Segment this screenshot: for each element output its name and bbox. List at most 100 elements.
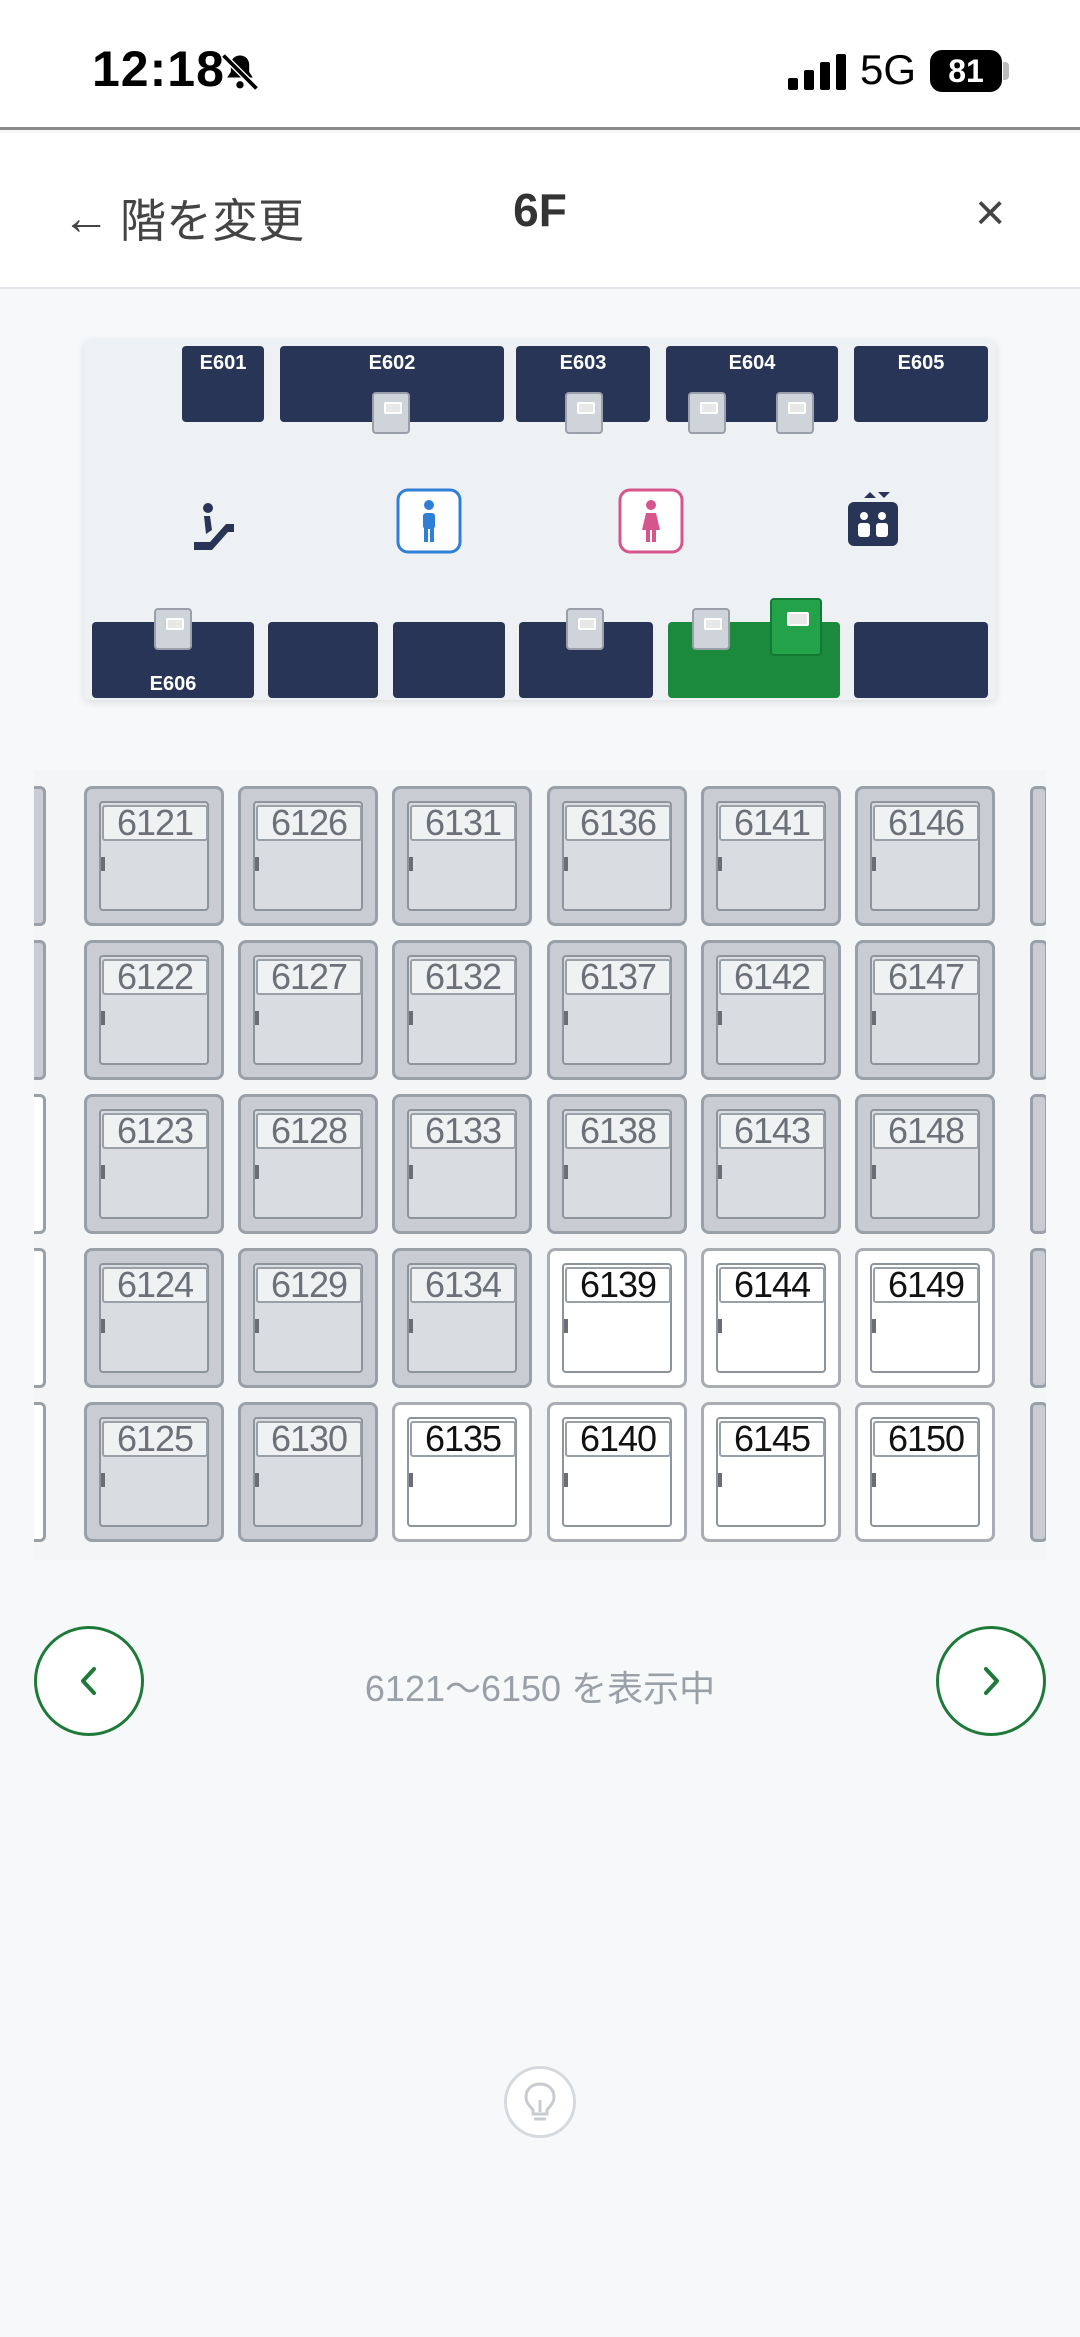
floor-title: 6F	[513, 184, 567, 236]
locker-handle	[101, 857, 105, 871]
room-block[interactable]	[854, 622, 988, 698]
locker-handle	[718, 1473, 722, 1487]
next-page-button[interactable]	[936, 1626, 1046, 1736]
app-header: ← 階を変更 6F ×	[0, 133, 1080, 289]
locker-handle	[255, 1011, 259, 1025]
locker-available[interactable]: 6149	[855, 1248, 995, 1388]
locker-number: 6145	[719, 1421, 825, 1457]
locker-occupied[interactable]: 6126	[238, 786, 378, 926]
locker-handle	[255, 1473, 259, 1487]
locker-number: 6150	[873, 1421, 979, 1457]
locker-occupied[interactable]: 6128	[238, 1094, 378, 1234]
locker-number: 6142	[719, 959, 825, 995]
locker-handle	[255, 1319, 259, 1333]
locker-handle	[718, 1011, 722, 1025]
locker-handle	[101, 1319, 105, 1333]
locker-number: 6146	[873, 805, 979, 841]
locker-handle	[872, 1165, 876, 1179]
locker-occupied[interactable]: 6127	[238, 940, 378, 1080]
locker-number: 6136	[565, 805, 671, 841]
selected-door-icon	[770, 598, 822, 656]
door-icon	[372, 392, 410, 434]
locker-number: 6130	[256, 1421, 362, 1457]
signal-icon	[788, 54, 846, 90]
battery-icon: 81	[930, 50, 1002, 92]
locker-occupied[interactable]: 6121	[84, 786, 224, 926]
locker-occupied[interactable]: 6134	[392, 1248, 532, 1388]
room-e605[interactable]: E605	[854, 346, 988, 422]
locker-occupied[interactable]: 6122	[84, 940, 224, 1080]
locker-number: 6122	[102, 959, 208, 995]
locker-handle	[409, 1319, 413, 1333]
locker-occupied[interactable]: 6133	[392, 1094, 532, 1234]
bell-muted-icon	[221, 53, 259, 91]
locker-occupied[interactable]: 6123	[84, 1094, 224, 1234]
locker-number: 6127	[256, 959, 362, 995]
locker-edge-right	[1030, 786, 1046, 926]
locker-handle	[564, 857, 568, 871]
locker-occupied[interactable]: 6146	[855, 786, 995, 926]
locker-occupied[interactable]: 6137	[547, 940, 687, 1080]
locker-occupied[interactable]: 6130	[238, 1402, 378, 1542]
locker-occupied[interactable]: 6136	[547, 786, 687, 926]
door-icon	[154, 608, 192, 650]
locker-number: 6124	[102, 1267, 208, 1303]
door-icon	[566, 608, 604, 650]
locker-occupied[interactable]: 6132	[392, 940, 532, 1080]
womens-restroom-icon	[618, 488, 684, 554]
locker-number: 6121	[102, 805, 208, 841]
locker-available[interactable]: 6144	[701, 1248, 841, 1388]
locker-occupied[interactable]: 6124	[84, 1248, 224, 1388]
locker-occupied[interactable]: 6143	[701, 1094, 841, 1234]
locker-available[interactable]: 6139	[547, 1248, 687, 1388]
locker-occupied[interactable]: 6125	[84, 1402, 224, 1542]
locker-occupied[interactable]: 6129	[238, 1248, 378, 1388]
room-label: E606	[149, 673, 197, 695]
locker-number: 6148	[873, 1113, 979, 1149]
door-icon	[776, 392, 814, 434]
locker-occupied[interactable]: 6142	[701, 940, 841, 1080]
locker-edge-left	[34, 1248, 46, 1388]
locker-handle	[255, 1165, 259, 1179]
locker-number: 6133	[410, 1113, 516, 1149]
door-icon	[565, 392, 603, 434]
locker-available[interactable]: 6145	[701, 1402, 841, 1542]
locker-number: 6144	[719, 1267, 825, 1303]
locker-number: 6126	[256, 805, 362, 841]
locker-available[interactable]: 6150	[855, 1402, 995, 1542]
locker-occupied[interactable]: 6147	[855, 940, 995, 1080]
locker-handle	[564, 1319, 568, 1333]
locker-edge-right	[1030, 1402, 1046, 1542]
locker-occupied[interactable]: 6141	[701, 786, 841, 926]
locker-handle	[564, 1011, 568, 1025]
hint-button[interactable]	[504, 2066, 576, 2138]
room-block[interactable]	[393, 622, 505, 698]
locker-handle	[872, 1473, 876, 1487]
locker-occupied[interactable]: 6148	[855, 1094, 995, 1234]
locker-available[interactable]: 6140	[547, 1402, 687, 1542]
locker-handle	[564, 1165, 568, 1179]
status-time: 12:18	[92, 41, 225, 97]
locker-handle	[564, 1473, 568, 1487]
locker-number: 6131	[410, 805, 516, 841]
locker-occupied[interactable]: 6138	[547, 1094, 687, 1234]
locker-number: 6137	[565, 959, 671, 995]
locker-edge-right	[1030, 1094, 1046, 1234]
locker-handle	[409, 857, 413, 871]
locker-handle	[255, 857, 259, 871]
locker-edge-right	[1030, 1248, 1046, 1388]
status-bar: 12:18 5G 81	[0, 0, 1080, 130]
locker-edge-left	[34, 1094, 46, 1234]
close-button[interactable]: ×	[975, 183, 1005, 243]
locker-handle	[718, 1319, 722, 1333]
locker-number: 6125	[102, 1421, 208, 1457]
locker-available[interactable]: 6135	[392, 1402, 532, 1542]
locker-edge-right	[1030, 940, 1046, 1080]
room-block[interactable]	[268, 622, 378, 698]
locker-number: 6134	[410, 1267, 516, 1303]
battery-nub	[1003, 62, 1009, 80]
room-e601[interactable]: E601	[182, 346, 264, 422]
door-icon	[692, 608, 730, 650]
locker-occupied[interactable]: 6131	[392, 786, 532, 926]
locker-number: 6149	[873, 1267, 979, 1303]
